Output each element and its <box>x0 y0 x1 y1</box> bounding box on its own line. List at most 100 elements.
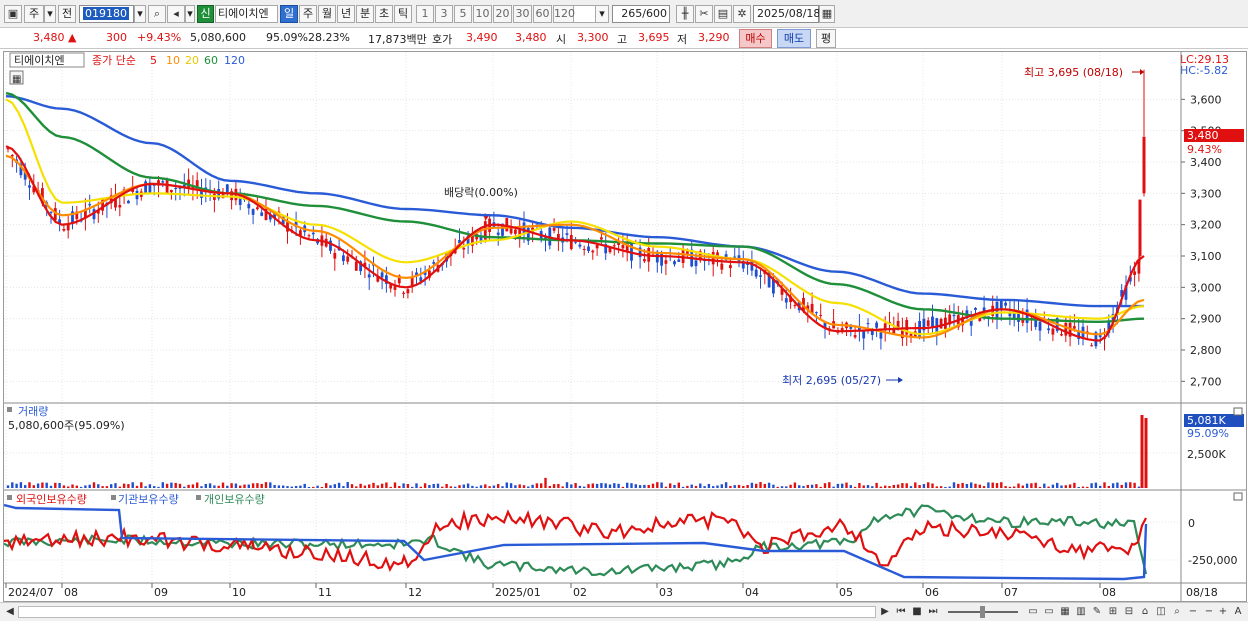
layout-icon-4[interactable]: ▥ <box>1074 605 1088 619</box>
date-input[interactable]: 2025/08/18 <box>753 5 820 23</box>
text-size-icon[interactable]: A <box>1231 605 1245 619</box>
volume-bar <box>780 486 784 488</box>
bar-count-input[interactable]: 265/600 <box>612 5 670 23</box>
interval-button-1[interactable]: 3 <box>435 5 453 23</box>
candle-body <box>729 265 732 269</box>
draw-icon-3[interactable]: ⊟ <box>1122 605 1136 619</box>
interval-button-5[interactable]: 30 <box>513 5 532 23</box>
zoom-out-2-icon[interactable]: − <box>1202 605 1216 619</box>
volume-bar <box>84 485 87 488</box>
period-button-3[interactable]: 년 <box>337 5 355 23</box>
volume-bar <box>101 486 104 488</box>
chart-type-icon[interactable]: ╫ <box>676 5 694 23</box>
rewind-icon[interactable]: ⏮ <box>894 605 908 619</box>
zoom-in-icon[interactable]: + <box>1216 605 1230 619</box>
interval-button-4[interactable]: 20 <box>493 5 512 23</box>
period-button-0[interactable]: 일 <box>280 5 298 23</box>
volume-bar <box>703 486 706 488</box>
candle-body <box>333 252 337 259</box>
interval-button-3[interactable]: 10 <box>473 5 492 23</box>
gear-icon[interactable]: ✲ <box>733 5 751 23</box>
speaker-dropdown-icon[interactable]: ▾ <box>185 5 195 23</box>
layout-icon-3[interactable]: ▦ <box>1058 605 1072 619</box>
volume-bar <box>875 482 878 488</box>
code-dropdown-icon[interactable]: ▾ <box>134 5 146 23</box>
candle-body <box>514 229 517 234</box>
period-button-5[interactable]: 초 <box>375 5 393 23</box>
layout-icon-1[interactable]: ▭ <box>1026 605 1040 619</box>
volume-bar <box>656 482 659 488</box>
zoom-slider-handle[interactable] <box>980 606 985 618</box>
scroll-right-icon[interactable]: ▶ <box>878 605 892 619</box>
speaker-icon[interactable]: ◂ <box>167 5 185 23</box>
stock-name-legend: 티에이치엔 <box>14 54 65 67</box>
period-type-select[interactable]: 주 <box>24 5 44 23</box>
candle-body <box>595 244 599 249</box>
volume-bar <box>858 482 861 488</box>
volume-bar <box>273 484 276 488</box>
volume-bar <box>522 485 526 488</box>
draw-icon-5[interactable]: ◫ <box>1154 605 1168 619</box>
volume-bar <box>449 486 453 488</box>
calendar-icon[interactable]: ▦ <box>819 5 835 23</box>
period-button-6[interactable]: 틱 <box>394 5 412 23</box>
interval-button-2[interactable]: 5 <box>454 5 472 23</box>
magnifier-icon[interactable]: ⌕ <box>1170 605 1184 619</box>
chevron-down-icon[interactable]: ▾ <box>44 5 56 23</box>
draw-icon-4[interactable]: ⌂ <box>1138 605 1152 619</box>
interval-button-0[interactable]: 1 <box>416 5 434 23</box>
high-annotation: 최고 3,695 (08/18) <box>1024 66 1123 79</box>
high-marker-arrow <box>1140 69 1144 75</box>
volume-bar <box>651 483 655 488</box>
volume-bar <box>471 485 474 488</box>
sell-button[interactable]: 매도 <box>777 29 811 48</box>
fast-forward-icon[interactable]: ⏭ <box>926 605 940 619</box>
volume-bar <box>643 484 646 488</box>
candle-body <box>432 262 436 264</box>
holdings-panel-close-icon[interactable] <box>1233 492 1243 501</box>
candle-body <box>815 312 818 314</box>
chart-area[interactable]: 3,6003,5003,4003,3003,2003,1003,0002,900… <box>3 51 1247 602</box>
save-icon[interactable]: ▤ <box>714 5 732 23</box>
candle-body <box>591 250 595 253</box>
layout-icon-2[interactable]: ▭ <box>1042 605 1056 619</box>
window-icon[interactable]: ▣ <box>4 5 22 23</box>
volume-bar <box>28 482 31 488</box>
period-button-1[interactable]: 주 <box>299 5 317 23</box>
volume-bar <box>1000 482 1003 488</box>
volume-bar <box>359 483 362 488</box>
eval-button[interactable]: 평 <box>816 29 836 48</box>
volume-bar <box>626 482 629 488</box>
chart-svg[interactable]: 3,6003,5003,4003,3003,2003,1003,0002,900… <box>3 52 1246 601</box>
candle-body <box>49 212 53 214</box>
draw-icon-1[interactable]: ✎ <box>1090 605 1104 619</box>
prev-button[interactable]: 전 <box>58 5 76 23</box>
candle-body <box>118 205 122 208</box>
scroll-track[interactable] <box>18 606 876 618</box>
scissors-icon[interactable]: ✂ <box>695 5 713 23</box>
stock-name-field[interactable]: 티에이치엔 <box>215 5 278 23</box>
interval-button-6[interactable]: 60 <box>533 5 552 23</box>
bottom-scroll-bar[interactable]: ◀ ▶ ⏮ ■ ⏭ ▭ ▭ ▦ ▥ ✎ ⊞ ⊟ ⌂ ◫ ⌕ − − + A <box>0 602 1248 621</box>
volume-bar <box>1144 418 1148 488</box>
ma-legend-5: 5 <box>150 54 157 67</box>
candle-body <box>1047 328 1050 331</box>
stock-code-input[interactable]: 019180 <box>79 5 134 23</box>
holdings-tick-0: 0 <box>1188 517 1195 530</box>
search-icon[interactable]: ⌕ <box>148 5 166 23</box>
current-price: 3,480 <box>33 31 65 44</box>
volume-panel-close-icon[interactable] <box>1233 407 1243 416</box>
buy-button[interactable]: 매수 <box>739 29 772 48</box>
volume-bar <box>200 486 203 488</box>
stop-icon[interactable]: ■ <box>910 605 924 619</box>
period-button-2[interactable]: 월 <box>318 5 336 23</box>
interval-dropdown-icon[interactable]: ▾ <box>595 5 609 23</box>
volume-bar <box>49 485 53 488</box>
zoom-out-icon[interactable]: − <box>1186 605 1200 619</box>
draw-icon-2[interactable]: ⊞ <box>1106 605 1120 619</box>
volume-bar <box>419 486 422 488</box>
interval-button-7[interactable]: 120 <box>553 5 575 23</box>
scroll-left-icon[interactable]: ◀ <box>3 605 17 619</box>
volume-bar <box>415 483 418 488</box>
period-button-4[interactable]: 분 <box>356 5 374 23</box>
